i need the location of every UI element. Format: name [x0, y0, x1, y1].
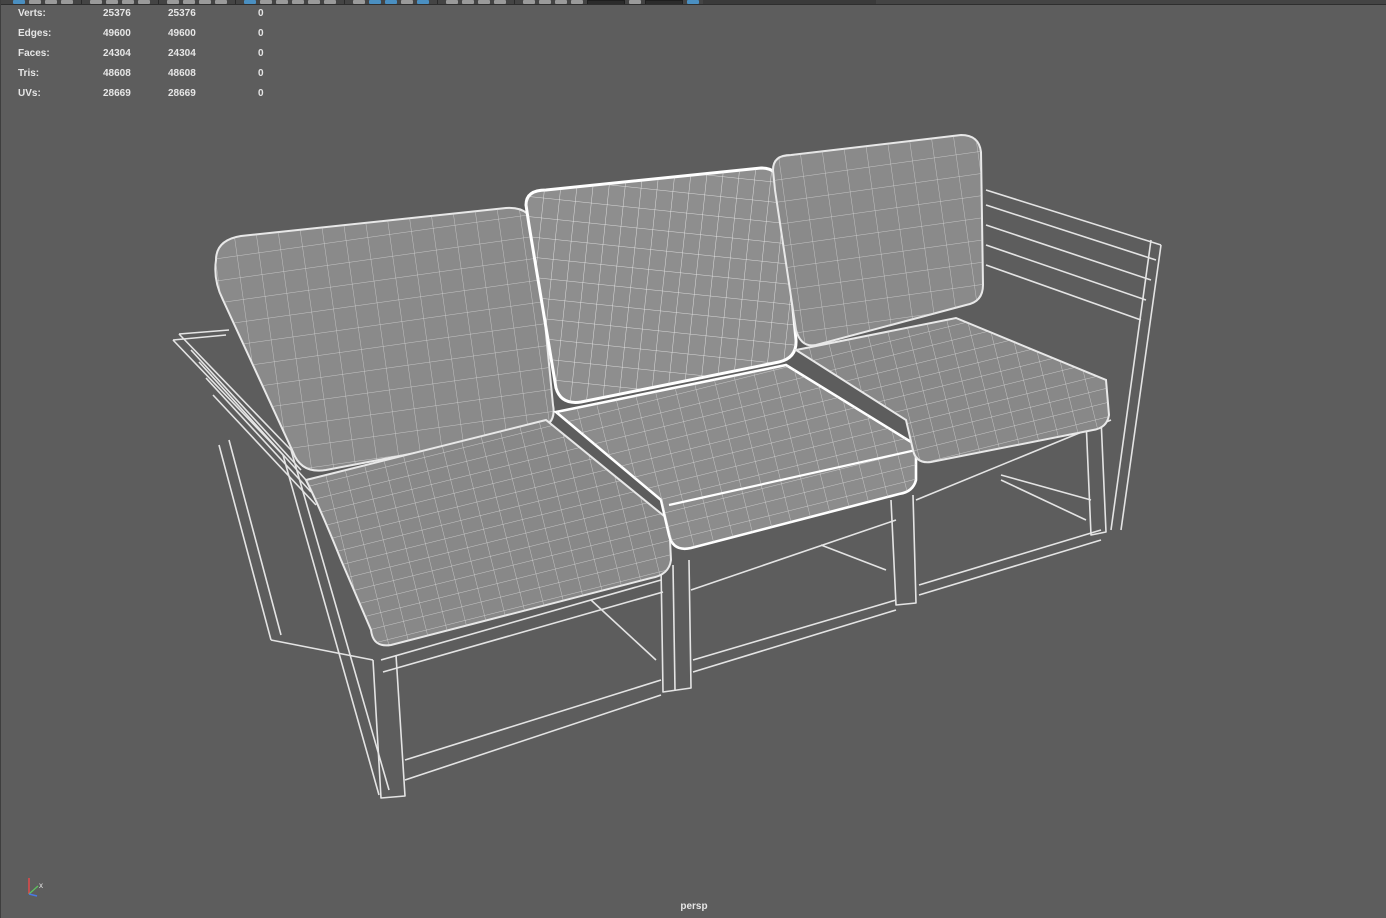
axis-gizmo-icon: x [28, 878, 43, 897]
3d-viewport[interactable]: Verts: 25376 25376 0 Edges: 49600 49600 … [0, 0, 1386, 918]
axis-x-label: x [39, 881, 43, 890]
middle-back-cushion [524, 166, 798, 404]
camera-name-label: persp [680, 901, 708, 912]
right-back-cushion [771, 133, 985, 347]
axis-gizmo: x [23, 872, 53, 902]
sofa-wireframe-model[interactable] [1, 0, 1386, 918]
